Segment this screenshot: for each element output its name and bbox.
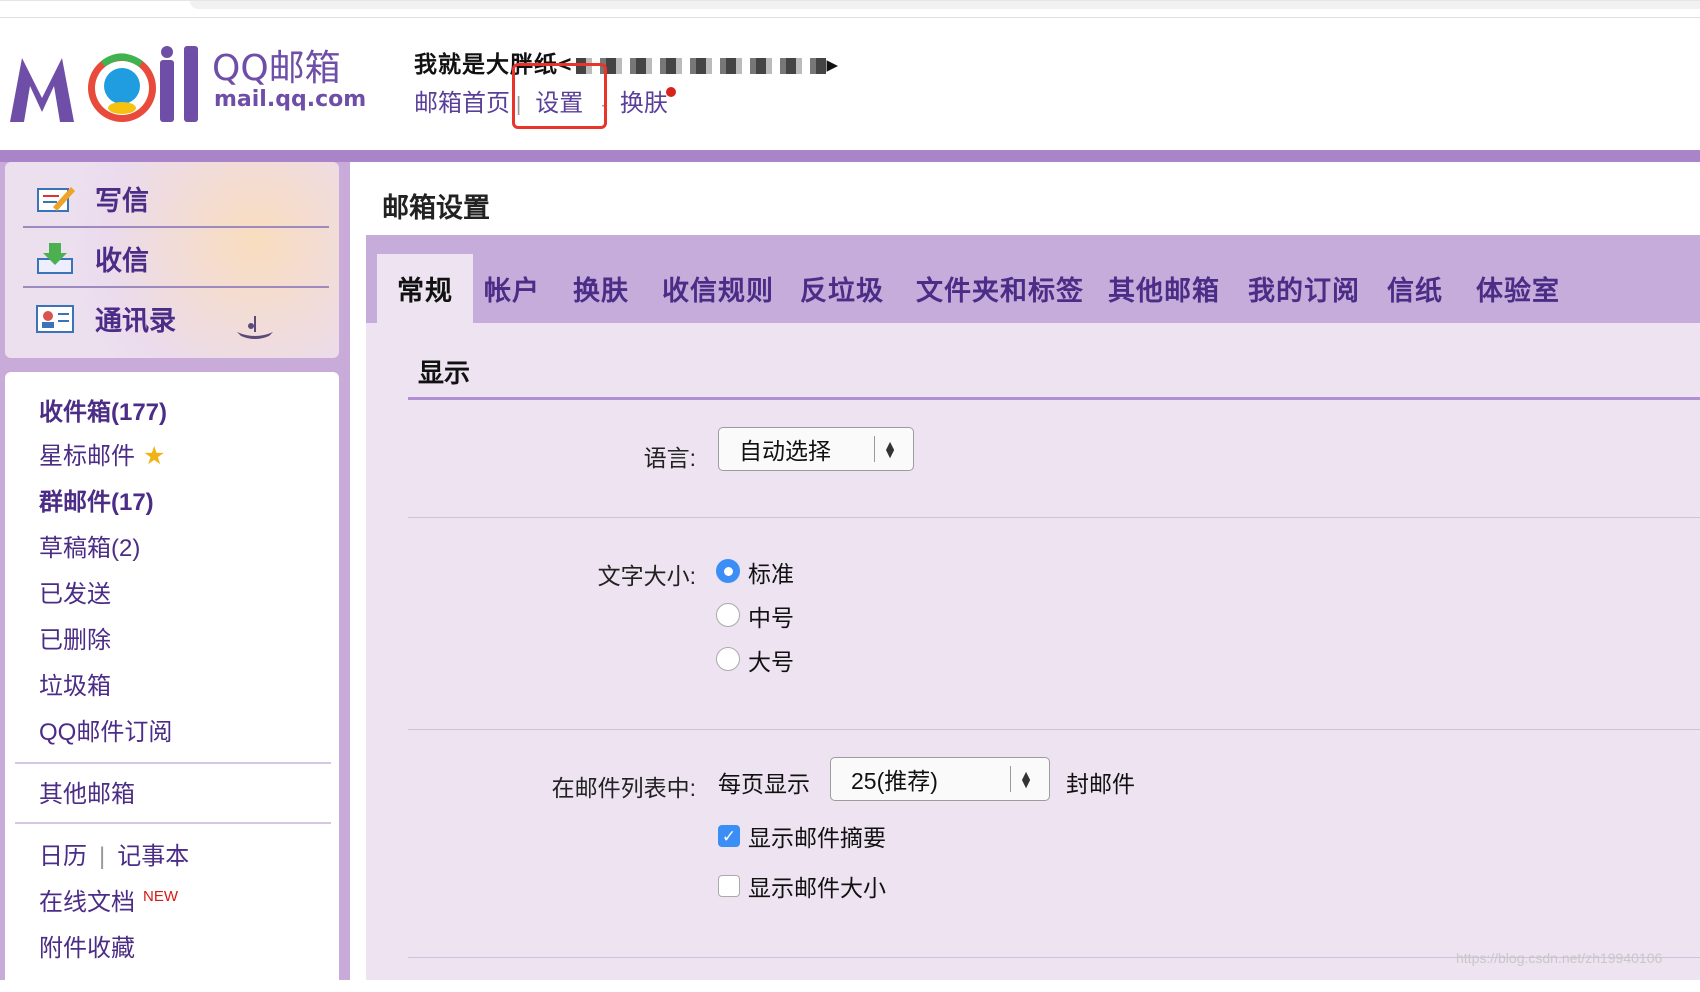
folder-inbox[interactable]: 收件箱(177) xyxy=(39,392,167,427)
watermark-text: https://blog.csdn.net/zh19940106 xyxy=(1456,950,1663,966)
quick-actions-panel: 写信 收信 通讯录 xyxy=(5,162,339,358)
row-divider xyxy=(408,517,1700,518)
tools-row: 日历 | 记事本 xyxy=(39,836,189,871)
star-icon: ★ xyxy=(143,442,166,470)
skin-link[interactable]: 换肤 xyxy=(620,83,668,118)
expand-arrow-icon[interactable]: ▸ xyxy=(826,51,839,77)
compose-label: 写信 xyxy=(95,185,149,216)
sidebar: 写信 收信 通讯录 收件箱(177) 星标邮件 ★ 群邮件(17) 草稿箱(2)… xyxy=(0,162,350,992)
radio-large[interactable] xyxy=(716,647,740,671)
section-rule xyxy=(408,397,1700,400)
receive-mail-label: 收信 xyxy=(95,245,149,276)
online-docs-label: 在线文档 xyxy=(39,889,135,916)
folder-sent[interactable]: 已发送 xyxy=(39,574,111,609)
compose-button[interactable]: 写信 xyxy=(35,174,149,222)
language-label: 语言: xyxy=(643,445,696,471)
home-link[interactable]: 邮箱首页 xyxy=(414,83,510,118)
per-page-suffix: 封邮件 xyxy=(1066,771,1135,797)
contacts-label: 通讯录 xyxy=(95,305,176,336)
folder-divider xyxy=(15,762,331,764)
folder-starred[interactable]: 星标邮件 ★ xyxy=(39,436,165,471)
per-page-select[interactable]: 25(推荐) ▲ ▼ xyxy=(830,757,1050,801)
folder-drafts[interactable]: 草稿箱(2) xyxy=(39,528,140,563)
tab-rules[interactable]: 收信规则 xyxy=(662,254,774,323)
tab-account[interactable]: 帐户 xyxy=(484,254,540,323)
folder-spam[interactable]: 垃圾箱 xyxy=(39,666,111,701)
language-select[interactable]: 自动选择 ▲ ▼ xyxy=(718,427,914,471)
show-size-checkbox[interactable] xyxy=(718,875,740,897)
main-area: 邮箱设置 常规 帐户 换肤 收信规则 反垃圾 文件夹和标签 其他邮箱 我的订阅 … xyxy=(350,162,1700,980)
boat-decoration-icon xyxy=(237,316,273,339)
tools-separator: | xyxy=(99,843,106,870)
settings-highlight-box xyxy=(512,63,607,129)
tab-other-mailboxes[interactable]: 其他邮箱 xyxy=(1108,254,1220,323)
compose-icon xyxy=(37,187,75,212)
tab-general[interactable]: 常规 xyxy=(377,254,473,323)
contacts-button[interactable]: 通讯录 xyxy=(35,294,176,342)
header-divider xyxy=(0,17,1700,18)
tab-stationery[interactable]: 信纸 xyxy=(1387,254,1443,323)
language-value: 自动选择 xyxy=(739,438,831,464)
row-divider xyxy=(408,729,1700,730)
mail-wordmark-icon xyxy=(10,46,198,122)
notification-dot-icon xyxy=(666,87,676,97)
section-display-title: 显示 xyxy=(418,358,471,388)
radio-medium[interactable] xyxy=(716,603,740,627)
mail-list-label: 在邮件列表中: xyxy=(551,775,696,801)
new-badge: NEW xyxy=(143,888,178,905)
masked-email xyxy=(576,57,827,74)
radio-medium-label: 中号 xyxy=(748,605,794,631)
receive-mail-button[interactable]: 收信 xyxy=(35,234,149,282)
header-accent-bar xyxy=(0,150,1700,162)
qqmail-logo[interactable]: QQ邮箱 mail.qq.com xyxy=(8,46,378,126)
notebook-link[interactable]: 记事本 xyxy=(117,843,189,870)
settings-tab-bar: 常规 帐户 换肤 收信规则 反垃圾 文件夹和标签 其他邮箱 我的订阅 信纸 体验… xyxy=(366,235,1700,323)
show-size-label: 显示邮件大小 xyxy=(748,875,886,901)
per-page-label: 每页显示 xyxy=(718,771,810,797)
attachments-link[interactable]: 附件收藏 xyxy=(39,928,135,963)
folder-divider xyxy=(15,822,331,824)
per-page-value: 25(推荐) xyxy=(851,768,938,794)
folder-deleted[interactable]: 已删除 xyxy=(39,620,111,655)
settings-content: 显示 语言: 自动选择 ▲ ▼ 文字大小: 标准 中号 大号 在邮件列表中: 每页… xyxy=(366,323,1700,980)
brand-name: QQ邮箱 xyxy=(212,48,341,89)
radio-large-label: 大号 xyxy=(748,649,794,675)
checkmark-icon: ✓ xyxy=(721,827,737,846)
folder-group[interactable]: 群邮件(17) xyxy=(39,482,154,517)
inbox-download-icon xyxy=(37,243,73,274)
other-mailboxes-link[interactable]: 其他邮箱 xyxy=(39,774,135,809)
action-divider xyxy=(23,286,329,288)
tab-lab[interactable]: 体验室 xyxy=(1476,254,1560,323)
folder-list: 收件箱(177) 星标邮件 ★ 群邮件(17) 草稿箱(2) 已发送 已删除 垃圾… xyxy=(5,372,339,992)
contacts-icon xyxy=(36,305,74,333)
brand-domain: mail.qq.com xyxy=(214,87,366,112)
radio-standard[interactable] xyxy=(716,559,740,583)
top-header: QQ邮箱 mail.qq.com 我就是大胖纸< ▸ 邮箱首页 | 设置 - 换肤 xyxy=(0,0,1700,151)
action-divider xyxy=(23,226,329,228)
settings-title: 邮箱设置 xyxy=(382,193,490,223)
tab-skin[interactable]: 换肤 xyxy=(573,254,629,323)
radio-standard-label: 标准 xyxy=(748,561,794,587)
select-arrows-icon: ▲ ▼ xyxy=(874,436,905,462)
folder-subscriptions[interactable]: QQ邮件订阅 xyxy=(39,712,172,747)
show-summary-checkbox[interactable]: ✓ xyxy=(718,825,740,847)
user-account[interactable]: 我就是大胖纸< ▸ xyxy=(414,45,839,79)
tab-antispam[interactable]: 反垃圾 xyxy=(800,254,884,323)
settings-panel: 邮箱设置 常规 帐户 换肤 收信规则 反垃圾 文件夹和标签 其他邮箱 我的订阅 … xyxy=(350,162,1700,980)
select-arrows-icon: ▲ ▼ xyxy=(1010,766,1041,792)
calendar-link[interactable]: 日历 xyxy=(39,843,87,870)
tab-subscriptions[interactable]: 我的订阅 xyxy=(1248,254,1360,323)
font-size-label: 文字大小: xyxy=(597,563,696,589)
show-summary-label: 显示邮件摘要 xyxy=(748,825,886,851)
tab-folders-labels[interactable]: 文件夹和标签 xyxy=(916,254,1084,323)
browser-tab-strip xyxy=(190,1,1700,9)
folder-starred-label: 星标邮件 xyxy=(39,443,135,470)
online-docs-link[interactable]: 在线文档 NEW xyxy=(39,882,178,917)
